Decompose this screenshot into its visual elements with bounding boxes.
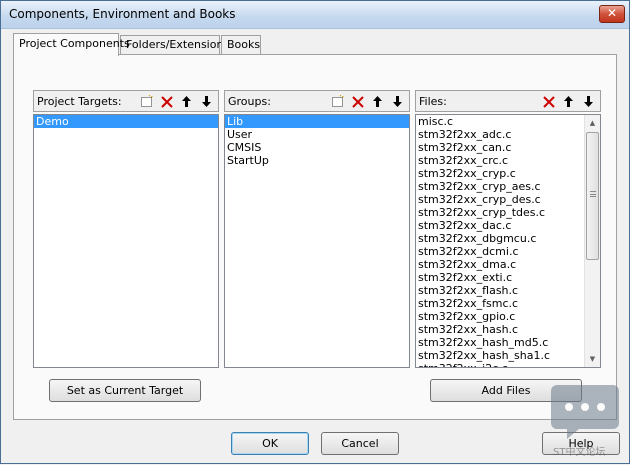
list-item-file[interactable]: stm32f2xx_adc.c bbox=[416, 128, 600, 141]
project-targets-label: Project Targets: bbox=[37, 95, 122, 108]
files-scrollbar[interactable]: ▲ ▼ bbox=[584, 115, 600, 367]
groups-header: Groups: bbox=[224, 90, 410, 112]
delete-icon bbox=[542, 95, 555, 108]
title-bar[interactable]: Components, Environment and Books ✕ bbox=[1, 1, 629, 29]
grip-icon bbox=[590, 191, 596, 197]
new-group-button[interactable] bbox=[328, 93, 347, 110]
files-header: Files: bbox=[415, 90, 601, 112]
list-item-group[interactable]: CMSIS bbox=[225, 141, 409, 154]
scroll-down-arrow-icon[interactable]: ▼ bbox=[585, 351, 600, 367]
tab-project-components[interactable]: Project Components bbox=[13, 33, 130, 56]
arrow-down-icon bbox=[393, 96, 402, 107]
list-item-file[interactable]: stm32f2xx_cryp.c bbox=[416, 167, 600, 180]
watermark: ST中文论坛 bbox=[549, 381, 621, 465]
list-item-file[interactable]: stm32f2xx_dac.c bbox=[416, 219, 600, 232]
groups-toolbar bbox=[328, 93, 407, 110]
move-target-up-button[interactable] bbox=[177, 93, 196, 110]
arrow-up-icon bbox=[182, 96, 191, 107]
watermark-text: ST中文论坛 bbox=[553, 447, 606, 458]
move-file-up-button[interactable] bbox=[559, 93, 578, 110]
files-pane: Files: misc.c stm32f2xx_adc.c stm32f2xx_ca… bbox=[415, 90, 601, 368]
list-item-file[interactable]: stm32f2xx_can.c bbox=[416, 141, 600, 154]
tab-folders-extensions[interactable]: Folders/Extensions bbox=[120, 35, 229, 55]
list-item-file[interactable]: stm32f2xx_dma.c bbox=[416, 258, 600, 271]
new-item-icon bbox=[141, 95, 153, 107]
delete-icon bbox=[160, 95, 173, 108]
files-list[interactable]: misc.c stm32f2xx_adc.c stm32f2xx_can.c stm3… bbox=[415, 114, 601, 368]
scroll-thumb[interactable] bbox=[586, 132, 599, 260]
arrow-down-icon bbox=[584, 96, 593, 107]
list-item-group[interactable]: Lib bbox=[225, 115, 409, 128]
list-item-file[interactable]: stm32f2xx_cryp_aes.c bbox=[416, 180, 600, 193]
list-item-file[interactable]: stm32f2xx_dcmi.c bbox=[416, 245, 600, 258]
move-group-up-button[interactable] bbox=[368, 93, 387, 110]
close-button[interactable]: ✕ bbox=[599, 5, 625, 23]
arrow-up-icon bbox=[564, 96, 573, 107]
new-item-icon bbox=[332, 95, 344, 107]
arrow-down-icon bbox=[202, 96, 211, 107]
groups-pane: Groups: Lib User CMSIS StartUp bbox=[224, 90, 410, 368]
list-item-group[interactable]: User bbox=[225, 128, 409, 141]
project-targets-pane: Project Targets: Demo bbox=[33, 90, 219, 368]
groups-list[interactable]: Lib User CMSIS StartUp bbox=[224, 114, 410, 368]
list-item-file[interactable]: stm32f2xx_cryp_tdes.c bbox=[416, 206, 600, 219]
delete-group-button[interactable] bbox=[348, 93, 367, 110]
list-item-file[interactable]: stm32f2xx_crc.c bbox=[416, 154, 600, 167]
project-components-panel: Project Targets: Demo Groups: Lib User C… bbox=[13, 54, 617, 420]
files-label: Files: bbox=[419, 95, 447, 108]
list-item-file[interactable]: stm32f2xx_hash_md5.c bbox=[416, 336, 600, 349]
list-item-target[interactable]: Demo bbox=[34, 115, 218, 128]
move-group-down-button[interactable] bbox=[388, 93, 407, 110]
list-item-file[interactable]: stm32f2xx_flash.c bbox=[416, 284, 600, 297]
project-targets-header: Project Targets: bbox=[33, 90, 219, 112]
project-targets-toolbar bbox=[137, 93, 216, 110]
tab-books[interactable]: Books bbox=[221, 35, 261, 55]
files-items: misc.c stm32f2xx_adc.c stm32f2xx_can.c stm3… bbox=[416, 115, 600, 367]
list-item-file[interactable]: stm32f2xx_fsmc.c bbox=[416, 297, 600, 310]
chat-bubble-icon bbox=[551, 385, 619, 439]
list-item-file[interactable]: stm32f2xx_cryp_des.c bbox=[416, 193, 600, 206]
set-current-target-button[interactable]: Set as Current Target bbox=[49, 379, 201, 402]
list-item-file[interactable]: stm32f2xx_gpio.c bbox=[416, 310, 600, 323]
list-item-file[interactable]: stm32f2xx_hash_sha1.c bbox=[416, 349, 600, 362]
list-item-file[interactable]: stm32f2xx_dbgmcu.c bbox=[416, 232, 600, 245]
project-targets-list[interactable]: Demo bbox=[33, 114, 219, 368]
ok-button[interactable]: OK bbox=[231, 432, 309, 455]
arrow-up-icon bbox=[373, 96, 382, 107]
scroll-up-arrow-icon[interactable]: ▲ bbox=[585, 115, 600, 131]
list-item-file[interactable]: stm32f2xx_hash.c bbox=[416, 323, 600, 336]
dialog-window: Components, Environment and Books ✕ Proj… bbox=[0, 0, 630, 464]
list-item-file[interactable]: stm32f2xx_exti.c bbox=[416, 271, 600, 284]
files-toolbar bbox=[539, 93, 598, 110]
delete-target-button[interactable] bbox=[157, 93, 176, 110]
delete-icon bbox=[351, 95, 364, 108]
new-target-button[interactable] bbox=[137, 93, 156, 110]
delete-file-button[interactable] bbox=[539, 93, 558, 110]
list-item-group[interactable]: StartUp bbox=[225, 154, 409, 167]
groups-label: Groups: bbox=[228, 95, 271, 108]
move-file-down-button[interactable] bbox=[579, 93, 598, 110]
move-target-down-button[interactable] bbox=[197, 93, 216, 110]
list-item-file[interactable]: misc.c bbox=[416, 115, 600, 128]
window-title: Components, Environment and Books bbox=[9, 7, 236, 21]
cancel-button[interactable]: Cancel bbox=[321, 432, 399, 455]
list-item-file[interactable]: stm32f2xx_i2c.c bbox=[416, 362, 600, 367]
